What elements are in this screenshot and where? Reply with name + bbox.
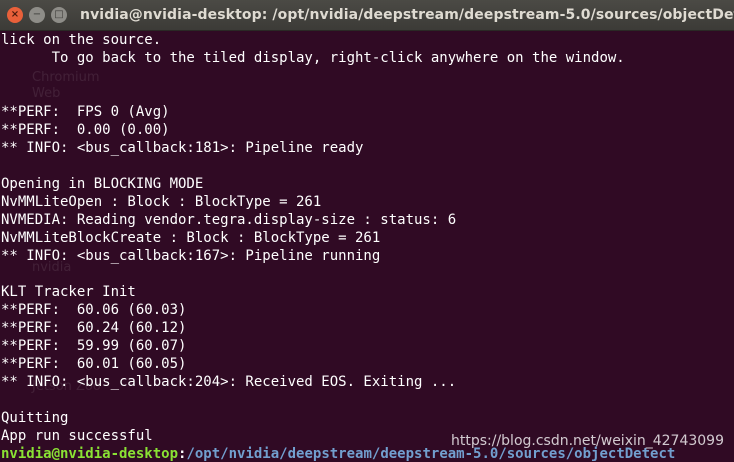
terminal-window: × − □ nvidia@nvidia-desktop: /opt/nvidia… (0, 0, 734, 462)
source-watermark: https://blog.csdn.net/weixin_42743099 (450, 433, 724, 449)
terminal-line: lick on the source. (1, 32, 162, 48)
terminal-line: NVMEDIA: Reading vendor.tegra.display-si… (1, 212, 457, 228)
terminal-line: Quitting (1, 410, 69, 426)
minimize-button[interactable]: − (29, 7, 45, 23)
terminal-line: Opening in BLOCKING MODE (1, 176, 204, 192)
terminal-line: NvMMLiteOpen : Block : BlockType = 261 (1, 194, 322, 210)
maximize-icon: □ (54, 9, 64, 20)
terminal-output[interactable]: Chromium Web nvidia Jetson Zoo lick on t… (0, 31, 734, 462)
terminal-line: ** INFO: <bus_callback:181>: Pipeline re… (1, 140, 364, 156)
close-icon: × (10, 9, 20, 20)
terminal-lines: lick on the source. To go back to the ti… (1, 31, 675, 462)
close-button[interactable]: × (7, 7, 23, 23)
terminal-line: **PERF: FPS 0 (Avg) (1, 104, 170, 120)
window-title: nvidia@nvidia-desktop: /opt/nvidia/deeps… (80, 7, 734, 23)
prompt-user-host: nvidia@nvidia-desktop (1, 446, 179, 462)
terminal-line: **PERF: 59.99 (60.07) (1, 338, 187, 354)
terminal-line: **PERF: 0.00 (0.00) (1, 122, 170, 138)
terminal-line: **PERF: 60.06 (60.03) (1, 302, 187, 318)
terminal-line: **PERF: 60.01 (60.05) (1, 356, 187, 372)
terminal-line: **PERF: 60.24 (60.12) (1, 320, 187, 336)
terminal-line: NvMMLiteBlockCreate : Block : BlockType … (1, 230, 381, 246)
title-bar[interactable]: × − □ nvidia@nvidia-desktop: /opt/nvidia… (0, 0, 734, 31)
terminal-line: ** INFO: <bus_callback:167>: Pipeline ru… (1, 248, 381, 264)
terminal-line: ** INFO: <bus_callback:204>: Received EO… (1, 374, 457, 390)
maximize-button[interactable]: □ (51, 7, 67, 23)
minimize-icon: − (32, 9, 42, 20)
terminal-line: KLT Tracker Init (1, 284, 136, 300)
terminal-line: To go back to the tiled display, right-c… (1, 50, 625, 66)
